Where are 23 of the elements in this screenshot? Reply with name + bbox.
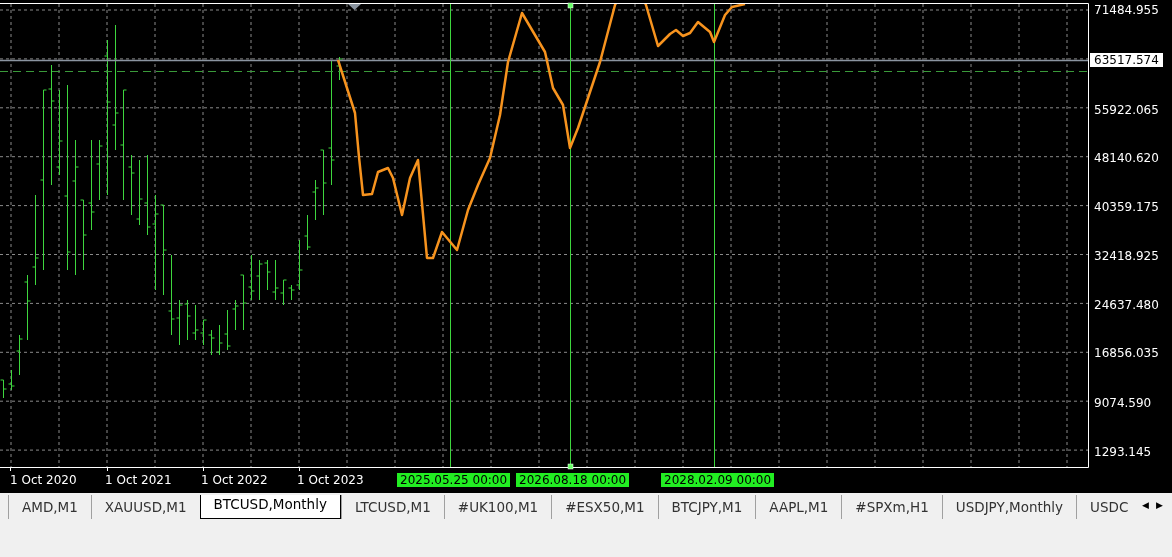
time-label: 1 Oct 2022 bbox=[201, 473, 268, 487]
shift-marker-icon[interactable] bbox=[348, 4, 361, 10]
price-label: 24637.480 bbox=[1094, 298, 1159, 312]
time-label: 1 Oct 2020 bbox=[10, 473, 77, 487]
line-handle-icon[interactable] bbox=[567, 463, 574, 470]
line-date-label: 2025.05.25 00:00 bbox=[397, 473, 511, 487]
price-label: 55922.065 bbox=[1094, 103, 1159, 117]
time-label: 1 Oct 2023 bbox=[297, 473, 364, 487]
price-label: 48140.620 bbox=[1094, 151, 1159, 165]
price-label: 32418.925 bbox=[1094, 249, 1159, 263]
price-label: 9074.590 bbox=[1094, 396, 1152, 410]
price-label: 71484.955 bbox=[1094, 3, 1159, 17]
symbol-tab[interactable]: BTCUSD,Monthly bbox=[199, 495, 341, 519]
price-label: 40359.175 bbox=[1094, 200, 1159, 214]
scroll-left-button[interactable]: ◀ bbox=[1142, 499, 1149, 511]
line-date-label: 2028.02.09 00:00 bbox=[661, 473, 775, 487]
line-handle-icon[interactable] bbox=[567, 2, 574, 9]
line-date-label: 2026.08.18 00:00 bbox=[516, 473, 630, 487]
scroll-right-button[interactable]: ▶ bbox=[1156, 499, 1163, 511]
time-label: 1 Oct 2021 bbox=[105, 473, 172, 487]
current-price-label: 63517.574 bbox=[1090, 53, 1163, 67]
price-label: 16856.035 bbox=[1094, 346, 1159, 360]
price-label: 1293.145 bbox=[1094, 445, 1152, 459]
